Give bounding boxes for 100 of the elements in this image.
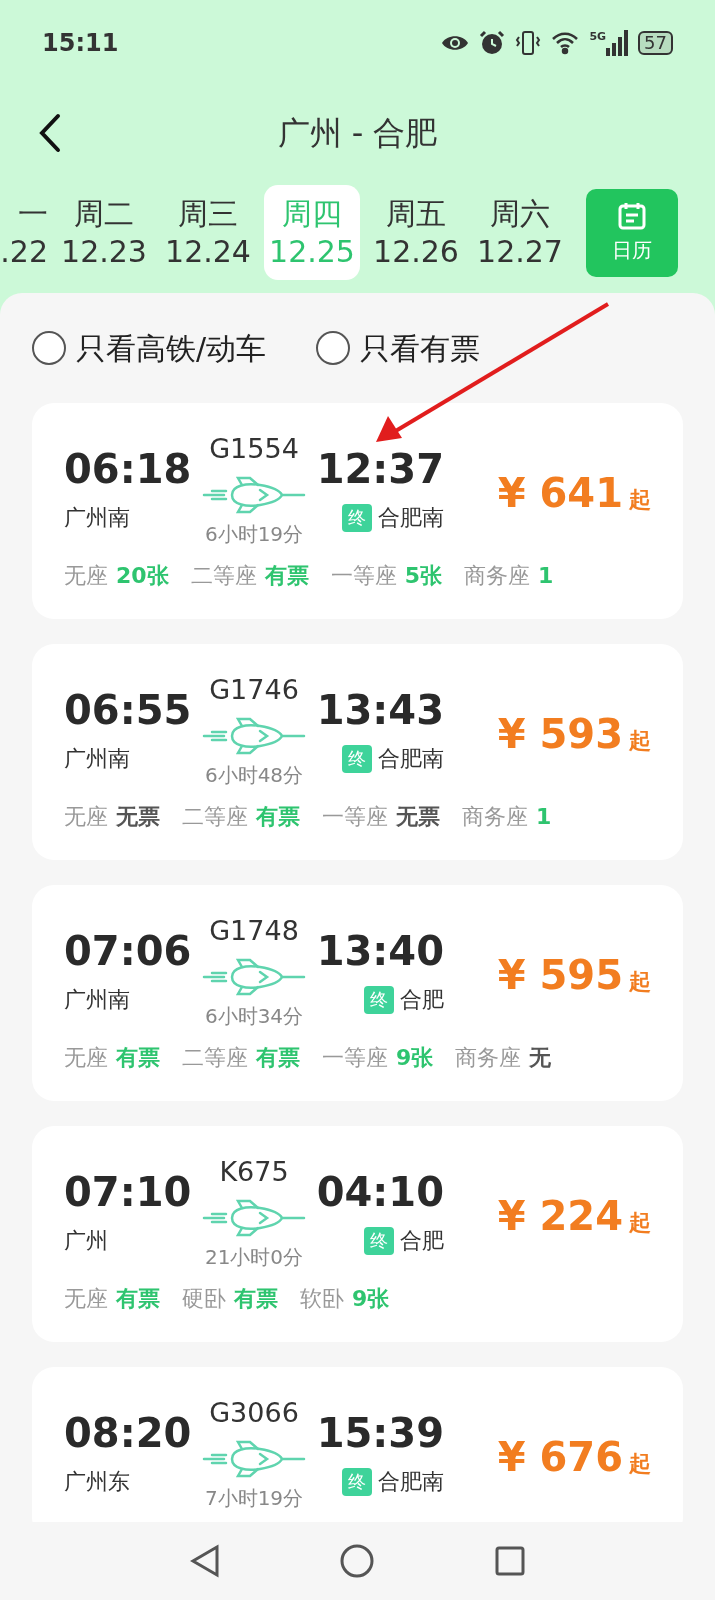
- signal-icon: [606, 29, 629, 56]
- duration: 6小时48分: [204, 762, 304, 788]
- arrival-time: 04:10: [316, 1168, 444, 1216]
- seat-availability: 1: [537, 562, 554, 590]
- rocket-icon: [202, 1198, 306, 1238]
- departure-station: 广州: [64, 1227, 109, 1255]
- arrival-station: 合肥: [400, 986, 444, 1014]
- duration: 6小时34分: [204, 1003, 304, 1029]
- date-tab[interactable]: 一 .22: [0, 185, 52, 280]
- seat-class: 商务座: [455, 1044, 522, 1072]
- departure-station: 广州东: [64, 1468, 131, 1496]
- back-icon: [39, 112, 61, 153]
- seat-availability: 无票: [396, 803, 440, 831]
- departure-time: 06:18: [64, 445, 189, 493]
- seat-class: 硬卧: [182, 1285, 226, 1313]
- departure-station: 广州南: [64, 745, 131, 773]
- seat-availability: 20张: [116, 562, 169, 590]
- arrival-station: 合肥南: [378, 1468, 444, 1496]
- network-label: 5G: [589, 30, 607, 42]
- seat-class: 二等座: [182, 803, 248, 831]
- radio-button[interactable]: [316, 331, 351, 365]
- seat-class: 一等座: [330, 562, 397, 590]
- radio-button[interactable]: [32, 331, 66, 365]
- seat-availability: 9张: [352, 1285, 390, 1313]
- duration: 6小时19分: [204, 521, 304, 547]
- arrival-time: 13:40: [316, 927, 444, 975]
- arrival-station: 合肥南: [378, 745, 444, 773]
- rocket-icon: [202, 957, 306, 997]
- seat-availability: 无票: [116, 803, 160, 831]
- home-nav-icon[interactable]: [340, 1544, 375, 1578]
- rocket-icon: [202, 716, 306, 756]
- terminal-badge: 终: [364, 1227, 394, 1255]
- seat-class: 软卧: [300, 1285, 344, 1313]
- wifi-icon: [551, 30, 580, 55]
- seat-class: 无座: [64, 562, 108, 590]
- seat-availability: 有票: [256, 1044, 300, 1072]
- seat-availability: 有票: [116, 1044, 160, 1072]
- departure-time: 07:06: [64, 927, 189, 975]
- vibrate-icon: [515, 29, 542, 56]
- price-suffix: 起: [629, 1209, 651, 1237]
- date-tab[interactable]: 周五 12.26: [368, 185, 464, 280]
- filter-label: 只看高铁/动车: [76, 329, 267, 368]
- date-tab[interactable]: 周六 12.27: [472, 185, 568, 280]
- price: ¥ 641: [497, 469, 623, 517]
- departure-station: 广州南: [64, 986, 131, 1014]
- train-card[interactable]: 06:55 广州南 G1746 6小时48分 13:43 终 合肥南 ¥ 593 起 无座 无票 二等座 有票 一等座 无票 商务座 1: [32, 644, 683, 860]
- seat-availability: 无: [529, 1044, 552, 1072]
- price-suffix: 起: [629, 1450, 651, 1478]
- terminal-badge: 终: [342, 504, 372, 532]
- duration: 7小时19分: [204, 1485, 304, 1511]
- page-title: 广州 - 合肥: [276, 112, 439, 154]
- seat-class: 无座: [64, 1285, 108, 1313]
- seat-availability: 5张: [404, 562, 442, 590]
- seat-class: 商务座: [462, 803, 528, 831]
- seat-availability: 9张: [396, 1044, 434, 1072]
- arrival-station: 合肥: [400, 1227, 444, 1255]
- price: ¥ 593: [497, 710, 623, 758]
- rocket-icon: [202, 475, 306, 515]
- seat-availability: 有票: [116, 1285, 160, 1313]
- train-number: G1748: [209, 915, 299, 947]
- seat-class: 无座: [64, 803, 108, 831]
- price-suffix: 起: [629, 727, 651, 755]
- train-card[interactable]: 07:06 广州南 G1748 6小时34分 13:40 终 合肥 ¥ 595 起 无座 有票 二等座 有票 一等座 9张 商务座 无: [32, 885, 683, 1101]
- departure-time: 08:20: [64, 1409, 189, 1457]
- arrival-time: 13:43: [316, 686, 444, 734]
- train-number: K675: [219, 1156, 289, 1188]
- price-suffix: 起: [629, 968, 651, 996]
- rocket-icon: [202, 1439, 306, 1479]
- duration: 21小时0分: [204, 1244, 304, 1270]
- filter-label: 只看有票: [360, 329, 481, 368]
- seat-availability: 有票: [264, 562, 309, 590]
- seat-class: 商务座: [463, 562, 530, 590]
- calendar-icon: [617, 200, 647, 231]
- train-number: G1554: [209, 433, 299, 465]
- seat-class: 二等座: [182, 1044, 248, 1072]
- seat-availability: 有票: [256, 803, 300, 831]
- status-time: 15:11: [42, 27, 119, 59]
- seat-class: 一等座: [322, 1044, 388, 1072]
- terminal-badge: 终: [342, 745, 372, 773]
- alarm-icon: [479, 29, 506, 56]
- arrival-time: 12:37: [316, 445, 444, 493]
- date-tab[interactable]: 周三 12.24: [160, 185, 256, 280]
- arrival-time: 15:39: [316, 1409, 444, 1457]
- arrival-station: 合肥南: [378, 504, 444, 532]
- seat-class: 一等座: [322, 803, 388, 831]
- price-suffix: 起: [629, 486, 651, 514]
- train-number: G1746: [209, 674, 299, 706]
- terminal-badge: 终: [364, 986, 394, 1014]
- back-nav-icon[interactable]: [190, 1544, 221, 1578]
- price: ¥ 676: [497, 1433, 623, 1481]
- seat-class: 无座: [64, 1044, 108, 1072]
- seat-class: 二等座: [190, 562, 257, 590]
- train-card[interactable]: 07:10 广州 K675 21小时0分 04:10 终 合肥 ¥ 224 起 无座 有票 硬卧 有票 软卧 9张: [32, 1126, 683, 1342]
- seat-availability: 1: [536, 803, 552, 831]
- train-card[interactable]: 08:20 广州东 G3066 7小时19分 15:39 终 合肥南 ¥ 676 起: [32, 1367, 683, 1522]
- recents-nav-icon[interactable]: [494, 1546, 525, 1576]
- battery-indicator: 57: [638, 30, 673, 55]
- train-card[interactable]: 06:18 广州南 G1554 6小时19分 12:37 终 合肥南 ¥ 641 起 无座 20张 二等座 有票 一等座 5张 商务座 1: [32, 403, 683, 619]
- date-tab[interactable]: 周二 12.23: [56, 185, 152, 280]
- terminal-badge: 终: [342, 1468, 372, 1496]
